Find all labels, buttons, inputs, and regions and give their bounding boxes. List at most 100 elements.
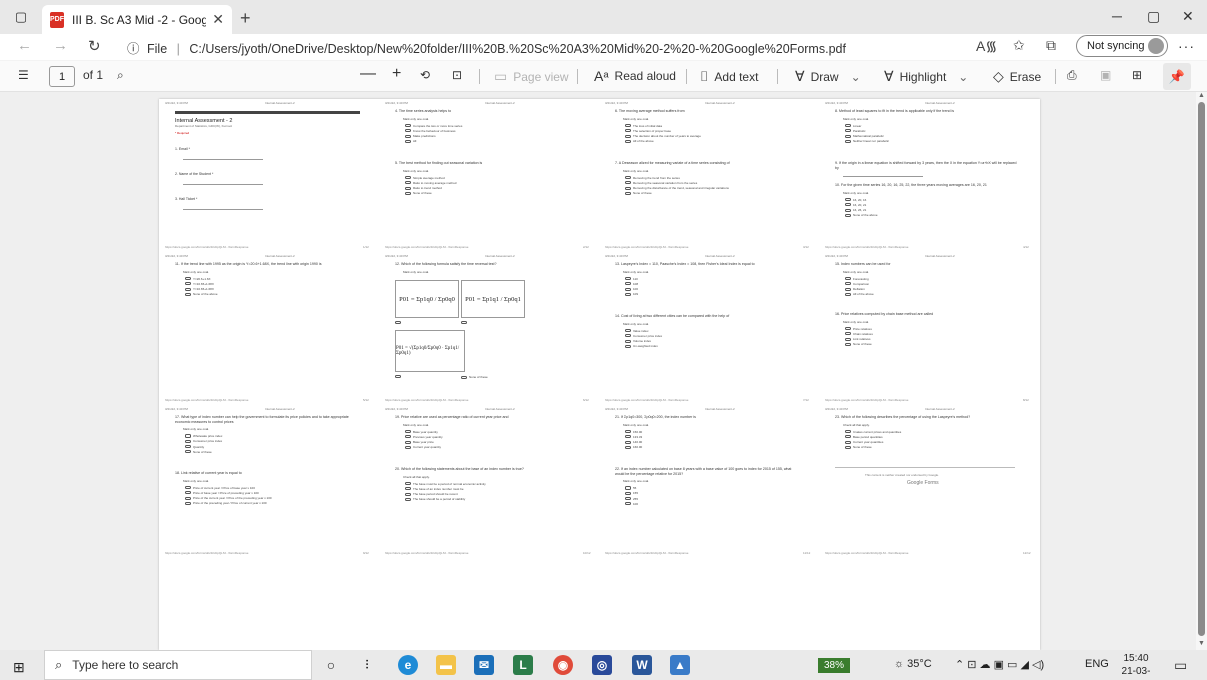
read-aloud-button[interactable]: Aᵃ Read aloud [594, 68, 676, 84]
question: 20. Which of the following statements ab… [395, 467, 524, 502]
battery-indicator[interactable]: 38% [818, 658, 850, 673]
weather-icon: ☼ [894, 658, 908, 670]
zoom-out-icon[interactable]: — [360, 65, 376, 83]
vertical-scrollbar[interactable]: ▲ ▼ [1196, 92, 1207, 650]
highlight-button[interactable]: ∀ Highlight ⌄ [884, 68, 968, 85]
save-as-icon[interactable]: ⊞ [1132, 68, 1142, 82]
table-of-contents-icon[interactable]: ☰ [18, 68, 29, 82]
option-oval [461, 321, 469, 325]
tab-actions-icon[interactable]: ▢ [10, 6, 32, 28]
minimize-button[interactable]: ─ [1112, 8, 1122, 24]
print-icon[interactable]: ⎙ [1067, 68, 1077, 83]
info-icon[interactable]: ⓘ [127, 42, 140, 56]
tab-close-icon[interactable]: ✕ [212, 11, 224, 28]
file-explorer-icon[interactable]: ▬ [436, 655, 456, 675]
required-note: * Required [175, 131, 190, 135]
draw-button[interactable]: ∀ Draw ⌄ [795, 68, 861, 85]
favorites-icon[interactable]: ✩ [1013, 37, 1025, 54]
question: 18. Link relative of current year is equ… [175, 471, 272, 506]
form-subtitle: Department of Statistics, GDC(W), Kurnoo… [175, 124, 233, 128]
rotate-icon[interactable]: ⟲ [420, 68, 430, 82]
new-tab-button[interactable]: + [240, 8, 251, 29]
mini-header: 3/21/22, 3:40 PM Internal Assessment-2 [825, 407, 955, 411]
more-icon[interactable]: ··· [1178, 38, 1195, 54]
fit-page-icon[interactable]: ⊡ [452, 68, 462, 82]
toolbar-divider [777, 69, 778, 84]
page-view-icon: ▭ [494, 68, 508, 84]
word-icon[interactable]: W [632, 655, 652, 675]
scroll-down-icon[interactable]: ▼ [1198, 640, 1205, 647]
option-oval [395, 321, 403, 325]
notification-icon[interactable]: ▭ [1174, 657, 1187, 674]
google-forms-logo: Google Forms [907, 480, 939, 486]
collections-icon[interactable]: ⧉ [1046, 37, 1056, 54]
form-page-1: 3/21/22, 3:40 PM Internal Assessment-2 In… [165, 101, 375, 251]
form-page-12: 3/21/22, 3:40 PM Internal Assessment-2 23… [825, 407, 1035, 557]
clock-date: 21-03-2022 [1121, 666, 1151, 680]
question: 12. Which of the following formula satis… [395, 262, 497, 274]
refresh-icon[interactable]: ↻ [88, 37, 101, 55]
page-view-button[interactable]: ▭ Page view [494, 68, 569, 85]
browser-tab[interactable]: PDF III B. Sc A3 Mid -2 - Google Form ✕ [42, 5, 232, 34]
restore-button[interactable]: ▢ [1147, 8, 1160, 25]
edge-icon[interactable]: e [398, 655, 418, 675]
close-window-button[interactable]: ✕ [1182, 8, 1194, 25]
tray-icons[interactable]: ⌃ ⊡ ☁ ▣ ▭ ◢ ◁) [955, 658, 1044, 671]
windows-start-icon[interactable]: ⊞ [13, 659, 25, 676]
cortana-icon[interactable]: ○ [321, 655, 341, 675]
mini-header: 3/21/22, 3:40 PM Internal Assessment-2 [385, 101, 515, 105]
toolbar-divider [686, 69, 687, 84]
question: 17. What type of index number can help t… [175, 415, 349, 454]
url-scheme-label: File [147, 42, 168, 56]
find-icon[interactable]: ⌕ [117, 68, 124, 83]
form-page-2: 3/21/22, 3:40 PM Internal Assessment-2 4.… [385, 101, 595, 251]
l-app-icon[interactable]: L [513, 655, 533, 675]
formula-image: P01 = Σp1q0 / Σp0q0 [395, 280, 459, 318]
taskbar-search[interactable]: ⌕ Type here to search [44, 650, 312, 680]
question: 7. A Deseason alized for measuring varia… [615, 161, 730, 196]
task-view-icon[interactable]: ⫶ [357, 655, 377, 675]
form-field: 2. Name of the Student * [175, 172, 360, 185]
scroll-up-icon[interactable]: ▲ [1198, 92, 1205, 99]
add-text-button[interactable]: ⌷ Add text [700, 68, 758, 85]
question: 6. The moving average method suffers fro… [615, 109, 701, 144]
erase-button[interactable]: ◇ Erase [993, 68, 1041, 85]
form-page-7: 3/21/22, 3:40 PM Internal Assessment-2 13… [605, 254, 815, 404]
clock[interactable]: 15:40 21-03-2022 [1114, 652, 1158, 680]
weather-widget[interactable]: ☼ 35°C [894, 658, 932, 670]
photos-icon[interactable]: ▲ [670, 655, 690, 675]
chevron-down-icon[interactable]: ⌄ [851, 70, 861, 84]
question: 16. Price relatives computed by chain ba… [835, 312, 934, 347]
form-title-card: Internal Assessment - 2 Department of St… [175, 111, 360, 210]
mini-footer: https://docs.google.com/forms/d/e/1FAIpQ… [385, 398, 589, 402]
tab-title: III B. Sc A3 Mid -2 - Google Form [72, 12, 207, 27]
read-aloud-icon[interactable]: A᯾ [976, 37, 997, 56]
form-page-5: 3/21/22, 3:40 PM Internal Assessment-2 11… [165, 254, 375, 404]
forward-icon[interactable]: → [53, 37, 68, 54]
chevron-down-icon[interactable]: ⌄ [958, 70, 968, 84]
scroll-thumb[interactable] [1198, 102, 1205, 636]
question: 4. The time series analysis helps to Mar… [395, 109, 463, 144]
zoom-in-icon[interactable]: + [392, 65, 401, 83]
mini-header: 3/21/22, 3:40 PM Internal Assessment-2 [605, 407, 735, 411]
page-number-input[interactable]: 1 [49, 66, 75, 87]
address-bar: ← → ↻ ⓘ File | C:/Users/jyoth/OneDrive/D… [0, 34, 1207, 60]
back-icon[interactable]: ← [17, 37, 32, 54]
tab-strip: ▢ PDF III B. Sc A3 Mid -2 - Google Form … [0, 0, 1207, 34]
save-icon[interactable]: ▣ [1100, 68, 1111, 82]
pdf-page[interactable]: 3/21/22, 3:40 PM Internal Assessment-2 In… [159, 99, 1040, 650]
mini-header: 3/21/22, 3:40 PM Internal Assessment-2 [825, 254, 955, 258]
profile-button[interactable]: Not syncing [1076, 35, 1168, 57]
chrome-icon[interactable]: ◉ [553, 655, 573, 675]
question: 10. For the given time series 16, 20, 16… [835, 183, 987, 218]
pin-toolbar-icon[interactable]: 📌 [1163, 63, 1191, 90]
url-field[interactable]: ⓘ File | C:/Users/jyoth/OneDrive/Desktop… [127, 38, 846, 57]
read-aloud-icon: Aᵃ [594, 68, 609, 84]
mini-footer: https://docs.google.com/forms/d/e/1FAIpQ… [825, 398, 1029, 402]
mail-icon[interactable]: ✉ [474, 655, 494, 675]
language-indicator[interactable]: ENG [1085, 658, 1109, 670]
mini-header: 3/21/22, 3:40 PM Internal Assessment-2 [385, 254, 515, 258]
question: 5. The best method for finding out seaso… [395, 161, 483, 196]
question: 19. Price relative are used as percentag… [395, 415, 509, 450]
app-icon[interactable]: ◎ [592, 655, 612, 675]
